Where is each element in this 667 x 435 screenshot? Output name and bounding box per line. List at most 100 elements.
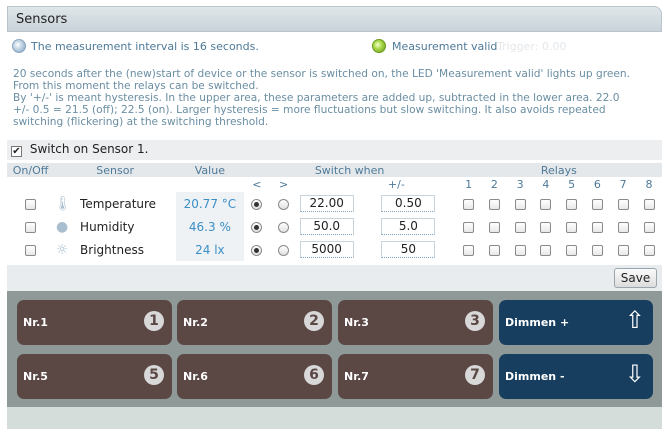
sub-lt: <: [243, 177, 271, 192]
dim-down-button[interactable]: Dimmen - ⇩: [499, 354, 653, 399]
relay-checkbox[interactable]: [617, 221, 629, 233]
threshold-input[interactable]: 50.0: [299, 218, 354, 235]
relay-checkbox[interactable]: [488, 221, 500, 233]
relay-button-1[interactable]: Nr.1 1: [17, 300, 172, 345]
relay-checkbox[interactable]: [514, 244, 526, 256]
onoff-checkbox[interactable]: [25, 244, 37, 256]
number-badge-icon: 6: [304, 365, 324, 385]
number-badge-icon: 7: [465, 365, 485, 385]
threshold-input[interactable]: 5000: [299, 241, 354, 258]
sensor-value: 46.3 %: [176, 215, 244, 238]
relay-checkbox[interactable]: [540, 198, 552, 210]
threshold-input[interactable]: 22.00: [299, 195, 354, 212]
sensor-value: 20.77 °C: [176, 192, 244, 215]
measurement-valid-text: Measurement valid: [392, 40, 498, 53]
relay-checkbox[interactable]: [643, 198, 655, 210]
relay-button-2[interactable]: Nr.2 2: [177, 300, 332, 345]
relay-checkbox[interactable]: [617, 244, 629, 256]
number-badge-icon: 3: [465, 311, 485, 331]
info-line: 20 seconds after the (new)start of devic…: [13, 68, 630, 80]
header-onoff: On/Off: [7, 163, 55, 177]
relay-checkbox[interactable]: [488, 244, 500, 256]
thermometer-icon: 🌡︎: [54, 195, 72, 212]
info-text: 20 seconds after the (new)start of devic…: [13, 68, 658, 128]
radio-lt[interactable]: [251, 244, 263, 256]
relay-checkbox[interactable]: [463, 244, 475, 256]
radio-lt[interactable]: [251, 221, 263, 233]
relay-number: 7: [610, 177, 637, 192]
relay-checkbox[interactable]: [463, 198, 475, 210]
info-line: From this moment the relays can be switc…: [13, 80, 259, 92]
relay-number: 2: [481, 177, 508, 192]
dim-up-label: Dimmen +: [505, 316, 570, 329]
relay-button-label: Nr.3: [344, 316, 369, 329]
table-row-temperature: 🌡︎ Temperature 20.77 °C 22.00 0.50: [7, 192, 662, 215]
interval-text: The measurement interval is 16 seconds.: [31, 40, 259, 53]
table-row-humidity: ● Humidity 46.3 % 50.0 5.0: [7, 215, 662, 238]
switch-on-sensor-checkbox[interactable]: ✔: [11, 146, 22, 157]
relay-checkbox[interactable]: [591, 244, 603, 256]
header-switch-when: Switch when: [243, 163, 456, 177]
hysteresis-input[interactable]: 0.50: [381, 195, 436, 212]
trigger-text: Trigger: 0.00: [497, 40, 567, 53]
relay-checkbox[interactable]: [540, 221, 552, 233]
relay-number: 5: [558, 177, 585, 192]
info-line: +/- 0.5 = 21.5 (off); 22.5 (on). Larger …: [13, 104, 606, 116]
onoff-checkbox[interactable]: [25, 221, 37, 233]
page-title: Sensors: [16, 12, 68, 27]
info-line: switching (flickering) at the switching …: [13, 116, 269, 128]
relay-checkbox[interactable]: [514, 198, 526, 210]
switch-on-sensor-bar: ✔ Switch on Sensor 1.: [7, 140, 662, 160]
radio-lt[interactable]: [251, 198, 263, 210]
relay-checkbox[interactable]: [566, 221, 578, 233]
number-badge-icon: 5: [144, 365, 164, 385]
onoff-checkbox[interactable]: [25, 198, 37, 210]
radio-gt[interactable]: [278, 221, 290, 233]
hysteresis-input[interactable]: 5.0: [381, 218, 436, 235]
hysteresis-input[interactable]: 50: [381, 241, 436, 258]
radio-gt[interactable]: [278, 198, 290, 210]
dim-down-label: Dimmen -: [505, 370, 565, 383]
relay-button-label: Nr.2: [183, 316, 208, 329]
relay-number: 6: [584, 177, 611, 192]
relay-button-3[interactable]: Nr.3 3: [338, 300, 493, 345]
relay-button-label: Nr.5: [23, 370, 48, 383]
relay-checkbox[interactable]: [591, 221, 603, 233]
interval-led-icon: [12, 39, 26, 53]
relay-checkbox[interactable]: [617, 198, 629, 210]
sensor-name: Brightness: [80, 242, 144, 257]
sensor-name: Temperature: [80, 196, 157, 211]
relay-button-5[interactable]: Nr.5 5: [17, 354, 172, 399]
relay-checkbox[interactable]: [540, 244, 552, 256]
sensors-header: Sensors: [7, 6, 662, 32]
relay-button-6[interactable]: Nr.6 6: [177, 354, 332, 399]
radio-gt[interactable]: [278, 244, 290, 256]
number-badge-icon: 1: [144, 311, 164, 331]
save-button[interactable]: Save: [614, 268, 657, 288]
relay-checkbox[interactable]: [566, 244, 578, 256]
relay-checkbox[interactable]: [514, 221, 526, 233]
number-badge-icon: 2: [304, 311, 324, 331]
relay-number: 4: [533, 177, 559, 192]
arrow-down-icon: ⇩: [624, 360, 645, 388]
measurement-valid-led-icon: [372, 39, 386, 53]
dim-up-button[interactable]: Dimmen + ⇧: [499, 300, 653, 345]
relay-checkbox[interactable]: [488, 198, 500, 210]
status-bar: The measurement interval is 16 seconds. …: [7, 33, 662, 59]
relay-button-label: Nr.7: [344, 370, 369, 383]
header-value: Value: [176, 163, 244, 177]
relay-button-label: Nr.6: [183, 370, 208, 383]
bottom-bar: [7, 407, 662, 429]
relay-checkbox[interactable]: [643, 221, 655, 233]
switch-on-sensor-label: Switch on Sensor 1.: [29, 142, 149, 156]
relay-button-7[interactable]: Nr.7 7: [338, 354, 493, 399]
relay-checkbox[interactable]: [463, 221, 475, 233]
relay-checkbox[interactable]: [643, 244, 655, 256]
relay-button-label: Nr.1: [23, 316, 48, 329]
sensor-table: On/Off Sensor Value Switch when Relays <…: [7, 163, 662, 261]
relay-checkbox[interactable]: [591, 198, 603, 210]
info-line: By '+/-' is meant hysteresis. In the upp…: [13, 92, 620, 104]
sub-gt: >: [270, 177, 297, 192]
relay-checkbox[interactable]: [566, 198, 578, 210]
sub-hysteresis: +/-: [356, 177, 437, 192]
